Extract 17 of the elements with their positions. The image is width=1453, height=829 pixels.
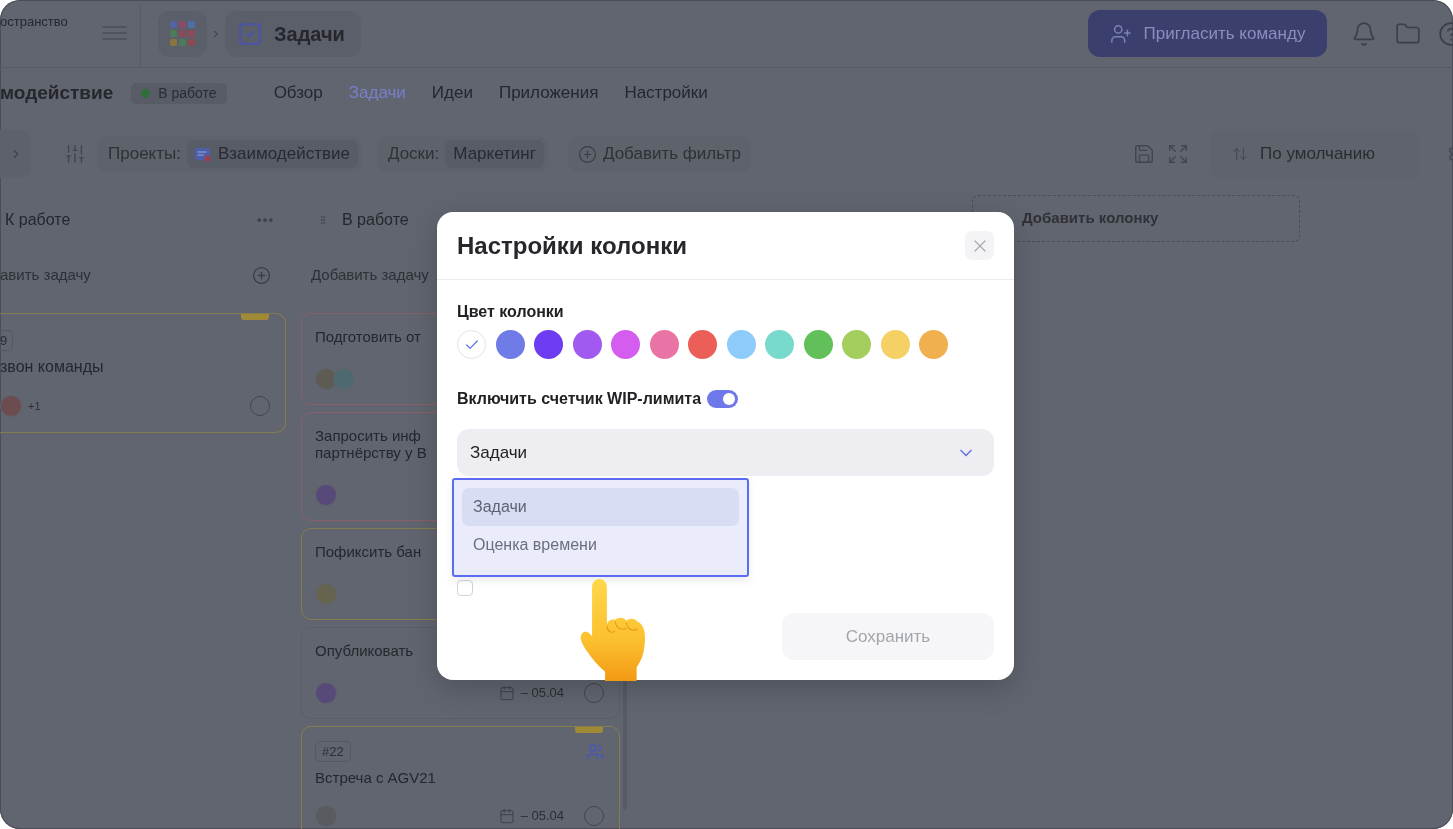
workspace-name: остранство bbox=[0, 14, 68, 30]
task-number-tag: 9 bbox=[0, 330, 14, 351]
project-title: модействие bbox=[0, 80, 114, 105]
task-title: Запросить инф партнёрству у В bbox=[315, 427, 427, 461]
more-assignees-count: +1 bbox=[28, 398, 41, 414]
color-label: Цвет колонки bbox=[457, 302, 564, 322]
column-title: В работе bbox=[342, 210, 409, 230]
task-title: звон команды bbox=[0, 358, 104, 375]
task-number-tag: #22 bbox=[315, 741, 351, 762]
dialog-title: Настройки колонки bbox=[457, 230, 687, 261]
task-title: Подготовить от bbox=[315, 328, 421, 345]
task-title: Опубликовать bbox=[315, 642, 414, 659]
task-title: Встреча с AGV21 bbox=[315, 769, 436, 786]
wip-toggle-label: Включить счетчик WIP-лимита bbox=[457, 389, 702, 409]
due-date: – 05.04 bbox=[520, 809, 564, 823]
task-title: Пофиксить бан bbox=[315, 543, 422, 560]
column-title: К работе bbox=[5, 210, 71, 230]
